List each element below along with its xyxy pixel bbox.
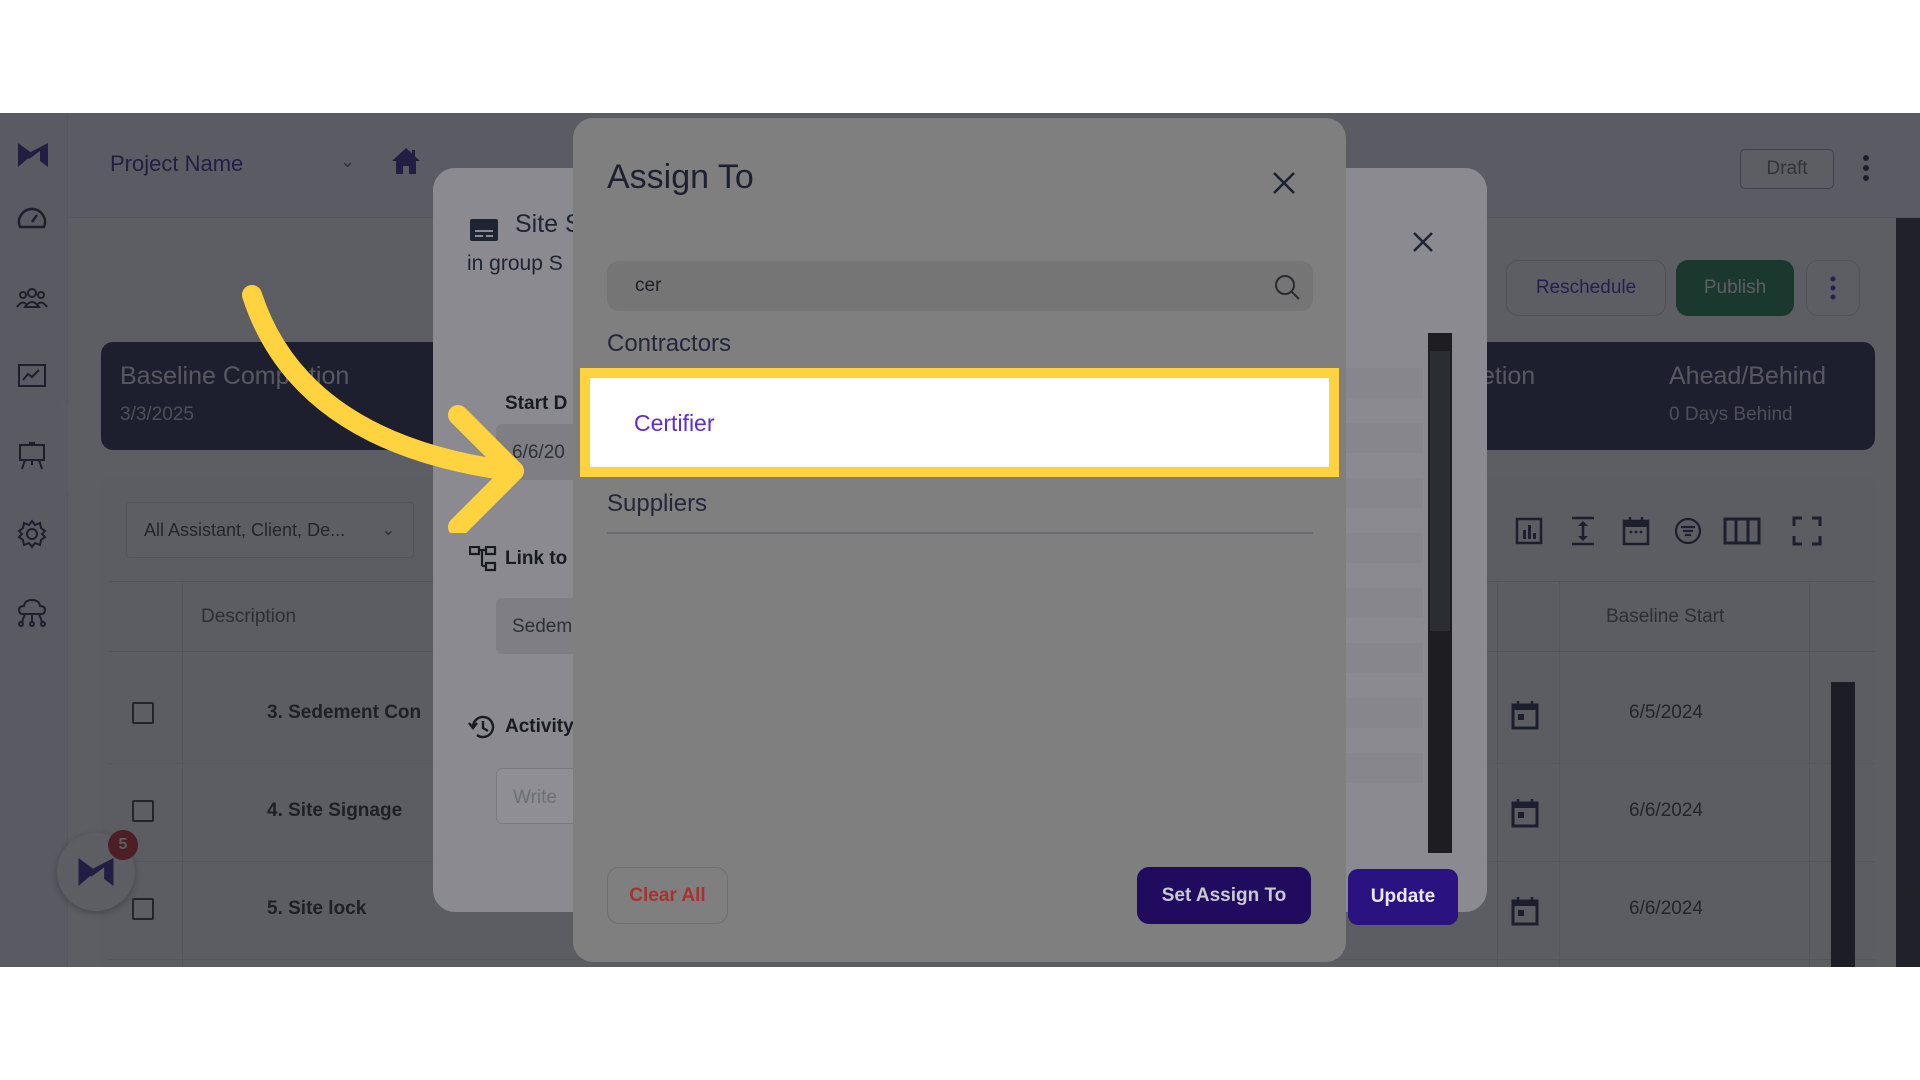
assignee-search[interactable]	[607, 261, 1313, 311]
activity-history-icon	[468, 715, 495, 739]
start-date-label: Start D	[505, 393, 568, 414]
detail-scrollbar[interactable]	[1428, 333, 1452, 853]
close-icon[interactable]	[1271, 170, 1297, 196]
task-card-icon	[470, 219, 498, 241]
link-hierarchy-icon	[469, 546, 497, 572]
close-icon[interactable]	[1411, 230, 1435, 254]
section-suppliers: Suppliers	[607, 490, 708, 517]
set-assign-to-button[interactable]: Set Assign To	[1137, 867, 1311, 924]
app-screen: > Project Name ⌄ Draft Reschedule Publis…	[0, 113, 1920, 967]
section-contractors: Contractors	[607, 330, 732, 357]
list-item-certifier[interactable]: Certifier	[580, 368, 1339, 477]
assign-to-modal: Assign To Contractors Certifier Supplier…	[573, 118, 1346, 962]
modal-title: Assign To	[607, 158, 754, 196]
link-to-label: Link to	[505, 548, 568, 569]
clear-all-button[interactable]: Clear All	[607, 867, 728, 924]
activity-label: Activity	[505, 716, 574, 737]
list-item-label: Certifier	[634, 410, 715, 436]
search-input[interactable]	[607, 261, 1313, 311]
section-divider	[607, 532, 1313, 534]
task-title: Site S	[515, 210, 582, 238]
task-group: in group S	[467, 252, 563, 275]
search-icon[interactable]	[1273, 273, 1301, 301]
update-button[interactable]: Update	[1348, 869, 1458, 925]
